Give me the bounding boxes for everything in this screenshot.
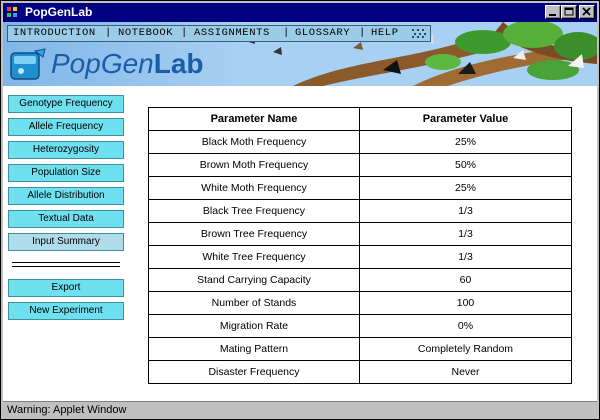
nav-glossary[interactable]: GLOSSARY bbox=[295, 27, 350, 39]
sidebar-item-input-summary[interactable]: Input Summary bbox=[8, 233, 124, 251]
parameter-value-cell: 1/3 bbox=[359, 222, 572, 246]
sidebar-item-genotype-frequency[interactable]: Genotype Frequency bbox=[8, 95, 124, 113]
table-row: Black Moth Frequency 25% bbox=[148, 130, 572, 154]
dots-grip-icon bbox=[412, 29, 426, 38]
parameter-value-cell: 1/3 bbox=[359, 245, 572, 269]
nav-separator: | bbox=[283, 27, 290, 39]
parameter-name-cell: Brown Tree Frequency bbox=[148, 222, 360, 246]
parameter-value-cell: 25% bbox=[359, 130, 572, 154]
logo-text: PopGenLab bbox=[51, 48, 204, 80]
popgenlab-logo: PopGenLab bbox=[9, 47, 269, 84]
parameter-value-cell: 0% bbox=[359, 314, 572, 338]
nav-separator: | bbox=[181, 27, 188, 39]
column-header-parameter-value: Parameter Value bbox=[359, 107, 572, 131]
parameter-name-cell: White Moth Frequency bbox=[148, 176, 360, 200]
sidebar-item-heterozygosity[interactable]: Heterozygosity bbox=[8, 141, 124, 159]
table-row: White Moth Frequency 25% bbox=[148, 176, 572, 200]
new-experiment-button[interactable]: New Experiment bbox=[8, 302, 124, 320]
table-row: Stand Carrying Capacity 60 bbox=[148, 268, 572, 292]
parameter-value-cell: 1/3 bbox=[359, 199, 572, 223]
nav-notebook[interactable]: NOTEBOOK bbox=[118, 27, 173, 39]
status-text: Warning: Applet Window bbox=[7, 404, 127, 416]
parameter-value-cell: 25% bbox=[359, 176, 572, 200]
nav-separator: | bbox=[105, 27, 112, 39]
table-row: Migration Rate 0% bbox=[148, 314, 572, 338]
parameter-name-cell: Migration Rate bbox=[148, 314, 360, 338]
parameter-name-cell: Stand Carrying Capacity bbox=[148, 268, 360, 292]
minimize-button[interactable] bbox=[545, 5, 561, 19]
column-header-parameter-name: Parameter Name bbox=[148, 107, 360, 131]
table-row: Mating Pattern Completely Random bbox=[148, 337, 572, 361]
table-row: Brown Tree Frequency 1/3 bbox=[148, 222, 572, 246]
table-header-row: Parameter Name Parameter Value bbox=[148, 107, 572, 131]
nav-help[interactable]: HELP bbox=[371, 27, 399, 39]
table-row: Black Tree Frequency 1/3 bbox=[148, 199, 572, 223]
sidebar-item-population-size[interactable]: Population Size bbox=[8, 164, 124, 182]
close-icon bbox=[582, 7, 591, 16]
table-row: Disaster Frequency Never bbox=[148, 360, 572, 384]
parameter-name-cell: Black Tree Frequency bbox=[148, 199, 360, 223]
maximize-icon bbox=[564, 7, 574, 16]
parameter-value-cell: 100 bbox=[359, 291, 572, 315]
close-button[interactable] bbox=[579, 5, 595, 19]
table-row: Brown Moth Frequency 50% bbox=[148, 153, 572, 177]
parameter-value-cell: Never bbox=[359, 360, 572, 384]
sidebar-item-allele-frequency[interactable]: Allele Frequency bbox=[8, 118, 124, 136]
header-banner: INTRODUCTION | NOTEBOOK | ASSIGNMENTS | … bbox=[3, 22, 597, 86]
parameter-name-cell: Disaster Frequency bbox=[148, 360, 360, 384]
logo-text-lab: Lab bbox=[153, 48, 204, 79]
nav-assignments[interactable]: ASSIGNMENTS bbox=[194, 27, 270, 39]
parameter-table: Parameter Name Parameter Value Black Mot… bbox=[148, 107, 572, 384]
nav-separator: | bbox=[359, 27, 366, 39]
parameter-name-cell: Brown Moth Frequency bbox=[148, 153, 360, 177]
export-button[interactable]: Export bbox=[8, 279, 124, 297]
nav-bar: INTRODUCTION | NOTEBOOK | ASSIGNMENTS | … bbox=[7, 25, 431, 42]
beaker-icon bbox=[10, 48, 46, 80]
app-icon bbox=[7, 7, 17, 17]
table-row: White Tree Frequency 1/3 bbox=[148, 245, 572, 269]
parameter-value-cell: Completely Random bbox=[359, 337, 572, 361]
window-title: PopGenLab bbox=[25, 5, 93, 19]
sidebar-item-textual-data[interactable]: Textual Data bbox=[8, 210, 124, 228]
parameter-name-cell: Black Moth Frequency bbox=[148, 130, 360, 154]
sidebar-divider bbox=[12, 262, 120, 267]
applet-window: PopGenLab INTRODUCTION | NOTEBOOK | ASSI… bbox=[0, 0, 600, 420]
sidebar-item-allele-distribution[interactable]: Allele Distribution bbox=[8, 187, 124, 205]
parameter-value-cell: 60 bbox=[359, 268, 572, 292]
maximize-button[interactable] bbox=[561, 5, 577, 19]
table-row: Number of Stands 100 bbox=[148, 291, 572, 315]
parameter-name-cell: White Tree Frequency bbox=[148, 245, 360, 269]
title-bar[interactable]: PopGenLab bbox=[3, 3, 597, 22]
parameter-name-cell: Number of Stands bbox=[148, 291, 360, 315]
nav-introduction[interactable]: INTRODUCTION bbox=[13, 27, 96, 39]
parameter-name-cell: Mating Pattern bbox=[148, 337, 360, 361]
logo-text-pop: PopGen bbox=[51, 48, 154, 79]
status-bar: Warning: Applet Window bbox=[3, 401, 597, 418]
minimize-icon bbox=[549, 14, 556, 16]
parameter-value-cell: 50% bbox=[359, 153, 572, 177]
